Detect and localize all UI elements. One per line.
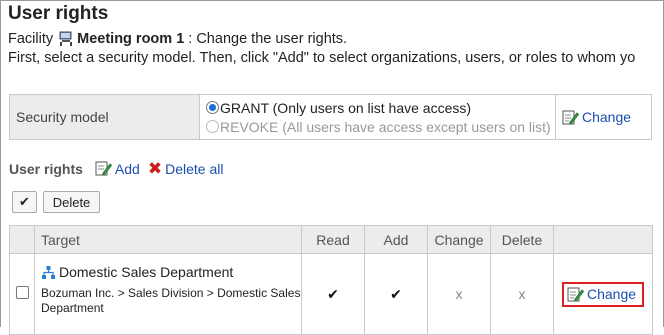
add-cell: ✔ xyxy=(364,253,428,335)
facility-line: Facility Meeting room 1 : Change the use… xyxy=(8,31,347,47)
security-model-label: Security model xyxy=(10,95,200,139)
security-change-label: Change xyxy=(582,109,632,125)
row-change-link[interactable]: Change xyxy=(561,281,645,307)
revoke-label: REVOKE (All users have access except use… xyxy=(220,118,551,135)
grant-option[interactable]: GRANT (Only users on list have access) xyxy=(206,98,555,117)
security-change-cell: Change xyxy=(556,95,651,139)
add-icon xyxy=(95,160,112,177)
row-select-cell xyxy=(9,253,35,335)
user-rights-heading: User rights xyxy=(9,160,83,177)
header-read: Read xyxy=(301,225,365,254)
facility-prefix: Facility xyxy=(8,31,54,47)
table-row: Domestic Sales Department Bozuman Inc. >… xyxy=(9,253,653,335)
revoke-option: REVOKE (All users have access except use… xyxy=(206,117,555,136)
row-change-label: Change xyxy=(586,286,637,302)
check-all-button[interactable]: ✔ xyxy=(12,191,37,213)
delete-x-icon: ✖ xyxy=(147,159,163,178)
grant-radio[interactable] xyxy=(206,101,219,114)
header-select xyxy=(9,225,35,254)
target-name: Domestic Sales Department xyxy=(59,264,234,280)
read-cell: ✔ xyxy=(301,253,365,335)
facility-icon xyxy=(58,31,74,47)
organization-icon xyxy=(41,265,56,280)
user-rights-toolbar: User rights Add ✖ Delete all xyxy=(9,160,231,177)
add-label: Add xyxy=(114,160,140,177)
delete-all-link[interactable]: ✖ Delete all xyxy=(148,160,224,177)
read-checkmark: ✔ xyxy=(327,285,339,302)
instruction-text: First, select a security model. Then, cl… xyxy=(8,50,636,66)
header-action xyxy=(553,225,653,254)
delete-cell: x xyxy=(490,253,554,335)
delete-all-label: Delete all xyxy=(165,160,224,177)
user-rights-table: Target Read Add Change Delete Domestic S… xyxy=(9,225,653,335)
revoke-radio xyxy=(206,120,219,133)
target-path: Bozuman Inc. > Sales Division > Domestic… xyxy=(41,286,301,315)
target-cell: Domestic Sales Department Bozuman Inc. >… xyxy=(34,253,302,335)
header-delete: Delete xyxy=(490,225,554,254)
delete-x-mark: x xyxy=(518,286,526,302)
facility-name: Meeting room 1 xyxy=(77,31,185,47)
target-name-line: Domestic Sales Department xyxy=(41,264,301,280)
edit-icon xyxy=(562,109,580,126)
header-change: Change xyxy=(427,225,491,254)
security-model-options: GRANT (Only users on list have access) R… xyxy=(200,95,556,139)
bulk-action-buttons: ✔ Delete xyxy=(12,191,100,213)
page-title: User rights xyxy=(8,3,109,24)
grant-label: GRANT (Only users on list have access) xyxy=(220,99,472,116)
security-model-table: Security model GRANT (Only users on list… xyxy=(9,94,652,140)
table-header-row: Target Read Add Change Delete xyxy=(9,225,653,254)
facility-suffix: : Change the user rights. xyxy=(188,31,348,47)
delete-button[interactable]: Delete xyxy=(43,191,100,213)
header-add: Add xyxy=(364,225,428,254)
change-x-mark: x xyxy=(455,286,463,302)
header-target: Target xyxy=(34,225,302,254)
security-change-link[interactable]: Change xyxy=(562,109,631,126)
row-checkbox[interactable] xyxy=(15,286,29,299)
change-cell: x xyxy=(427,253,491,335)
add-checkmark: ✔ xyxy=(390,285,402,302)
edit-icon xyxy=(567,286,585,303)
add-link[interactable]: Add xyxy=(95,160,140,177)
action-cell: Change xyxy=(553,253,653,335)
